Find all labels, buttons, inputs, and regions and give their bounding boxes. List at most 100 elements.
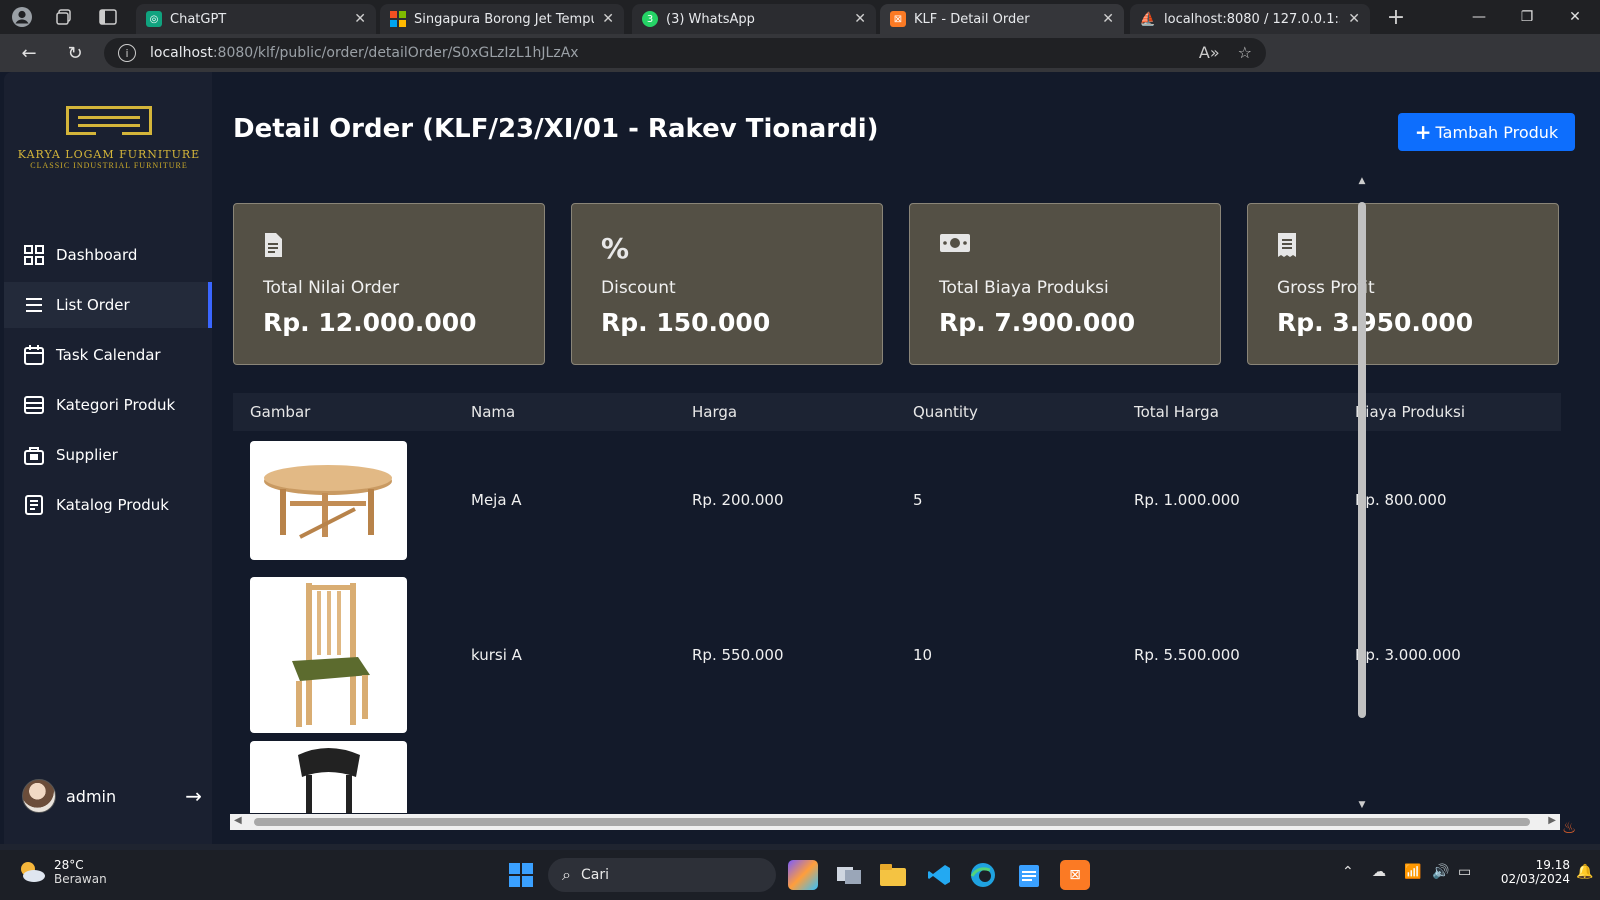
address-bar: ← ↻ i localhost:8080/klf/public/order/de… [0, 34, 1600, 99]
scroll-down-icon[interactable]: ▼ [1354, 800, 1370, 810]
scrollbar-thumb[interactable] [254, 818, 1530, 826]
task-view-icon[interactable] [834, 860, 864, 890]
scrollbar-thumb[interactable] [1358, 202, 1366, 718]
production-cost: Rp. 800.000 [1355, 491, 1447, 509]
minimize-icon[interactable]: — [1456, 0, 1502, 34]
windows-start-icon[interactable] [506, 860, 536, 890]
new-tab-icon[interactable]: + [1376, 0, 1416, 34]
workspaces-icon[interactable] [44, 0, 84, 34]
taskbar: 28°C Berawan ⌕ Cari ⊠ ⌃ ☁ 📶 🔊 ▭ 19.18 02… [0, 850, 1600, 900]
read-aloud-icon[interactable]: A» [1199, 43, 1220, 62]
product-price: Rp. 200.000 [692, 491, 784, 509]
product-price: Rp. 550.000 [692, 646, 784, 664]
taskbar-search[interactable]: ⌕ Cari [548, 858, 776, 892]
vscode-icon[interactable] [924, 860, 954, 890]
url-text: localhost:8080/klf/public/order/detailOr… [150, 45, 579, 61]
edge-browser-icon[interactable] [968, 860, 998, 890]
sidebar-item-list-order[interactable]: List Order [4, 282, 212, 328]
column-header: Harga [692, 403, 738, 421]
total-price: Rp. 5.500.000 [1134, 646, 1240, 664]
column-header: Nama [471, 403, 516, 421]
phpmyadmin-icon: ⛵ [1139, 11, 1157, 27]
card-label: Gross Profit [1277, 278, 1375, 298]
product-name: kursi A [471, 646, 522, 664]
sidebar-item-dashboard[interactable]: Dashboard [4, 232, 212, 278]
search-icon: ⌕ [562, 865, 571, 884]
site-info-icon[interactable]: i [118, 44, 136, 62]
user-name: admin [66, 786, 117, 806]
image-cell [233, 440, 454, 560]
close-icon[interactable]: ✕ [854, 11, 866, 27]
tab-label: KLF - Detail Order [914, 11, 1030, 27]
column-header: Biaya Produksi [1355, 403, 1465, 421]
production-cost: Rp. 3.000.000 [1355, 646, 1461, 664]
card-label: Total Nilai Order [263, 278, 400, 298]
sidebar-item-label: Katalog Produk [56, 496, 169, 514]
sidebar: KARYA LOGAM FURNITURE CLASSIC INDUSTRIAL… [4, 72, 212, 844]
close-icon[interactable]: ✕ [354, 11, 366, 27]
xampp-icon: ⊠ [890, 11, 906, 27]
sidebar-item-supplier[interactable]: Supplier [4, 432, 212, 478]
notepad-icon[interactable] [1014, 860, 1044, 890]
tab-phpmyadmin[interactable]: ⛵ localhost:8080 / 127.0.0.1:3308 / ✕ [1130, 4, 1370, 34]
scroll-right-icon[interactable]: ▶ [1548, 815, 1556, 826]
browser-tab-bar: ◎ ChatGPT ✕ Singapura Borong Jet Tempur … [0, 0, 1600, 34]
sidebar-item-katalog-produk[interactable]: Katalog Produk [4, 482, 212, 528]
close-window-icon[interactable]: ✕ [1552, 0, 1598, 34]
favorite-star-icon[interactable]: ☆ [1238, 43, 1252, 62]
copilot-app-icon[interactable] [788, 860, 818, 890]
onedrive-icon[interactable]: ☁ [1372, 864, 1386, 880]
scroll-up-icon[interactable]: ▲ [1354, 176, 1370, 186]
tab-singapura[interactable]: Singapura Borong Jet Tempur Si ✕ [380, 4, 624, 34]
wifi-icon[interactable]: 📶 [1404, 864, 1421, 880]
clock-time: 19.18 [1535, 858, 1570, 872]
tab-label: Singapura Borong Jet Tempur Si [414, 11, 594, 27]
close-icon[interactable]: ✕ [1348, 11, 1360, 27]
user-profile[interactable]: admin → [22, 778, 202, 814]
battery-icon[interactable]: ▭ [1458, 864, 1471, 880]
logo-name: KARYA LOGAM FURNITURE [17, 148, 201, 161]
show-hidden-icons[interactable]: ⌃ [1342, 864, 1354, 880]
weather-widget[interactable]: 28°C Berawan [18, 858, 107, 886]
cloudy-icon [18, 860, 46, 884]
logout-arrow-icon[interactable]: → [185, 784, 202, 808]
close-icon[interactable]: ✕ [602, 11, 614, 27]
product-image-black-chair[interactable] [250, 741, 407, 813]
vertical-scrollbar[interactable]: ▲ ▼ [1354, 176, 1370, 810]
card-discount: % Discount Rp. 150.000 [571, 203, 883, 365]
system-clock[interactable]: 19.18 02/03/2024 [1490, 858, 1570, 886]
tab-chatgpt[interactable]: ◎ ChatGPT ✕ [136, 4, 376, 34]
tab-actions-icon[interactable] [88, 0, 128, 34]
restore-icon[interactable]: ❐ [1504, 0, 1550, 34]
product-image-wooden-chair[interactable] [250, 577, 407, 733]
back-icon[interactable]: ← [6, 34, 52, 72]
product-image-round-table[interactable] [250, 440, 407, 560]
xampp-app-icon[interactable]: ⊠ [1060, 860, 1090, 890]
card-gross-profit: Gross Profit Rp. 3.950.000 [1247, 203, 1559, 365]
brand-logo[interactable]: KARYA LOGAM FURNITURE CLASSIC INDUSTRIAL… [14, 102, 204, 170]
category-icon [22, 393, 46, 417]
profile-icon[interactable] [2, 0, 42, 34]
url-path: :8080/klf/public/order/detailOrder/S0xGL… [212, 45, 579, 61]
card-label: Discount [601, 278, 676, 298]
column-header: Gambar [250, 403, 311, 421]
refresh-icon[interactable]: ↻ [52, 34, 98, 72]
money-icon [939, 232, 970, 260]
add-product-button[interactable]: + Tambah Produk [1398, 113, 1575, 151]
tab-klf-detail-order[interactable]: ⊠ KLF - Detail Order ✕ [880, 4, 1124, 34]
sidebar-item-label: Supplier [56, 446, 118, 464]
url-field[interactable]: i localhost:8080/klf/public/order/detail… [104, 38, 1266, 68]
tab-whatsapp[interactable]: 3 (3) WhatsApp ✕ [632, 4, 876, 34]
sidebar-item-task-calendar[interactable]: Task Calendar [4, 332, 212, 378]
file-explorer-icon[interactable] [878, 860, 908, 890]
sidebar-item-kategori-produk[interactable]: Kategori Produk [4, 382, 212, 428]
chatgpt-icon: ◎ [146, 11, 162, 27]
weather-temperature: 28°C [54, 858, 84, 872]
add-product-label: Tambah Produk [1435, 122, 1559, 142]
card-production-cost: Total Biaya Produksi Rp. 7.900.000 [909, 203, 1221, 365]
scroll-left-icon[interactable]: ◀ [234, 815, 242, 826]
close-icon[interactable]: ✕ [1102, 11, 1114, 27]
horizontal-scrollbar[interactable]: ◀ ▶ [230, 814, 1560, 830]
volume-icon[interactable]: 🔊 [1432, 864, 1449, 880]
notification-bell-icon[interactable]: 🔔 [1576, 864, 1593, 880]
